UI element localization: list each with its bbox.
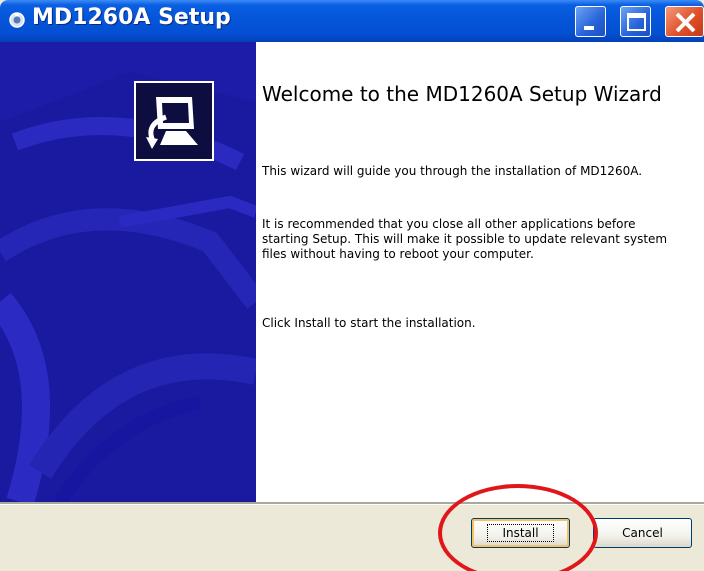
sidebar-artwork (0, 42, 256, 502)
close-button[interactable] (665, 6, 704, 37)
install-button[interactable]: Install (471, 518, 570, 548)
intro-paragraph: This wizard will guide you through the i… (262, 164, 643, 178)
wizard-sidebar-banner (0, 42, 256, 502)
recommendation-paragraph: It is recommended that you close all oth… (262, 217, 668, 261)
window-title: MD1260A Setup (32, 5, 231, 30)
logo-box (134, 81, 214, 161)
welcome-content: Welcome to the MD1260A Setup Wizard This… (256, 42, 704, 502)
minimize-button[interactable] (575, 6, 606, 37)
cancel-button[interactable]: Cancel (593, 518, 692, 548)
installer-icon (9, 12, 25, 28)
setup-window: MD1260A Setup Welcome to the MD1260A Set… (0, 0, 704, 571)
close-icon (675, 12, 696, 33)
maximize-icon (627, 13, 646, 31)
minimize-icon (584, 26, 594, 30)
install-button-label: Install (487, 524, 554, 542)
title-bar[interactable]: MD1260A Setup (0, 0, 704, 42)
welcome-heading: Welcome to the MD1260A Setup Wizard (262, 82, 662, 106)
cancel-button-label: Cancel (622, 526, 663, 540)
maximize-button[interactable] (620, 6, 651, 37)
instruction-paragraph: Click Install to start the installation. (262, 316, 476, 330)
computer-install-icon (146, 97, 198, 149)
